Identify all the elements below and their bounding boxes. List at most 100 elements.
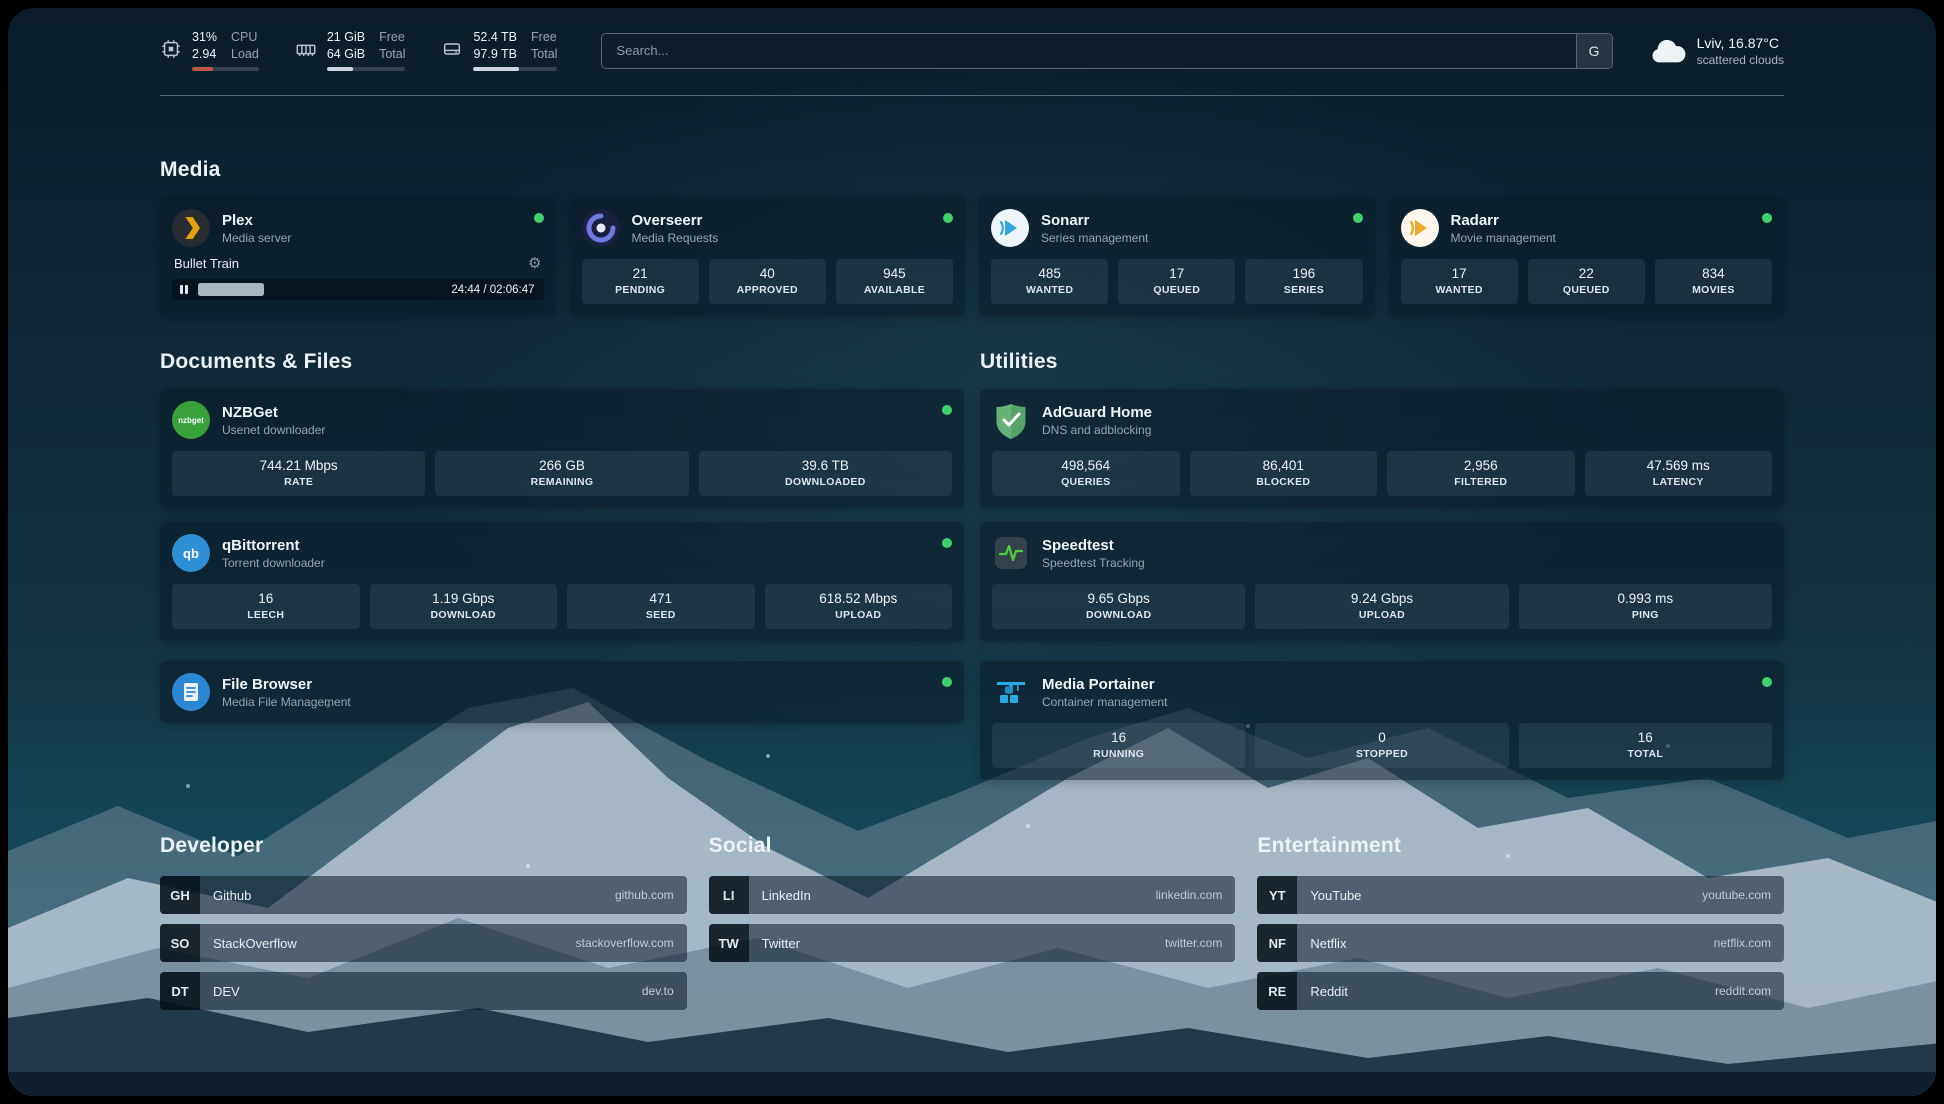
section-title-utilities: Utilities xyxy=(980,350,1784,374)
bookmark-github[interactable]: GH Github github.com xyxy=(160,876,687,914)
cpu-label-bottom: Load xyxy=(231,47,259,62)
app-card-filebrowser[interactable]: File Browser Media File Management xyxy=(160,661,964,723)
section-title-developer: Developer xyxy=(160,834,687,858)
search-input[interactable] xyxy=(601,33,1612,69)
bookmark-dev[interactable]: DT DEV dev.to xyxy=(160,972,687,1010)
documents-column: nzbget NZBGet Usenet downloader 744.21 M… xyxy=(160,389,964,723)
status-dot xyxy=(942,538,952,548)
stat-tile: 17 WANTED xyxy=(1401,259,1518,304)
cpu-label-top: CPU xyxy=(231,30,259,45)
stat-tile: 47.569 ms LATENCY xyxy=(1585,451,1773,496)
app-card-sonarr[interactable]: Sonarr Series management 485 WANTED 17 Q… xyxy=(979,197,1375,316)
stat-tile: 266 GB REMAINING xyxy=(435,451,688,496)
app-card-nzbget[interactable]: nzbget NZBGet Usenet downloader 744.21 M… xyxy=(160,389,964,508)
app-subtitle: Movie management xyxy=(1451,231,1751,246)
settings-icon[interactable]: ⚙ xyxy=(528,257,541,271)
status-dot xyxy=(943,213,953,223)
stat-tile: 9.65 Gbps DOWNLOAD xyxy=(992,584,1245,629)
github-icon: GH xyxy=(160,876,200,914)
section-title-media: Media xyxy=(160,158,1784,182)
section-title-social: Social xyxy=(709,834,1236,858)
ram-label-bottom: Total xyxy=(379,47,405,62)
app-name: AdGuard Home xyxy=(1042,403,1772,422)
stat-tile: 945 AVAILABLE xyxy=(836,259,953,304)
app-subtitle: Torrent downloader xyxy=(222,556,930,571)
cpu-icon xyxy=(160,38,182,60)
overseerr-icon xyxy=(582,209,620,247)
stat-tile: 0 STOPPED xyxy=(1255,723,1508,768)
ram-progress-bar xyxy=(327,67,406,71)
app-card-portainer[interactable]: Media Portainer Container management 16 … xyxy=(980,661,1784,780)
disk-icon xyxy=(441,38,463,60)
plex-icon xyxy=(172,209,210,247)
bookmarks-section: Developer GH Github github.com SO StackO… xyxy=(160,834,1784,1040)
media-cards: Plex Media server Bullet Train ⚙ 24:44 /… xyxy=(160,197,1784,316)
status-dot xyxy=(534,213,544,223)
app-name: File Browser xyxy=(222,675,930,694)
app-card-overseerr[interactable]: Overseerr Media Requests 21 PENDING 40 A… xyxy=(570,197,966,316)
filebrowser-icon xyxy=(172,673,210,711)
app-card-speedtest[interactable]: Speedtest Speedtest Tracking 9.65 Gbps D… xyxy=(980,522,1784,641)
stat-tile: 39.6 TB DOWNLOADED xyxy=(699,451,952,496)
app-name: Speedtest xyxy=(1042,536,1772,555)
app-card-qbittorrent[interactable]: qb qBittorrent Torrent downloader 16 LEE… xyxy=(160,522,964,641)
app-subtitle: Media server xyxy=(222,231,522,246)
social-column: Social LI LinkedIn linkedin.com TW Twitt… xyxy=(709,834,1236,1010)
youtube-icon: YT xyxy=(1257,876,1297,914)
ram-total: 64 GiB xyxy=(327,47,365,62)
status-dot xyxy=(942,405,952,415)
reddit-icon: RE xyxy=(1257,972,1297,1010)
section-title-entertainment: Entertainment xyxy=(1257,834,1784,858)
search-engine-button[interactable]: G xyxy=(1576,34,1612,68)
bookmark-twitter[interactable]: TW Twitter twitter.com xyxy=(709,924,1236,962)
bookmark-netflix[interactable]: NF Netflix netflix.com xyxy=(1257,924,1784,962)
svg-text:qb: qb xyxy=(183,546,199,561)
dashboard-screen: 31% 2.94 CPU Load xyxy=(8,8,1936,1096)
status-dot xyxy=(1762,213,1772,223)
bookmark-youtube[interactable]: YT YouTube youtube.com xyxy=(1257,876,1784,914)
system-metrics: 31% 2.94 CPU Load xyxy=(160,30,557,71)
topbar-separator xyxy=(160,95,1784,96)
disk-progress-bar xyxy=(473,67,557,71)
disk-total: 97.9 TB xyxy=(473,47,517,62)
status-dot xyxy=(942,677,952,687)
cpu-load: 2.94 xyxy=(192,47,217,62)
developer-column: Developer GH Github github.com SO StackO… xyxy=(160,834,687,1010)
app-name: Overseerr xyxy=(632,211,932,230)
nzbget-icon: nzbget xyxy=(172,401,210,439)
app-name: Radarr xyxy=(1451,211,1751,230)
app-subtitle: Container management xyxy=(1042,695,1750,710)
disk-metric: 52.4 TB 97.9 TB Free Total xyxy=(441,30,557,71)
stat-tile: 9.24 Gbps UPLOAD xyxy=(1255,584,1508,629)
stat-tile: 17 QUEUED xyxy=(1118,259,1235,304)
app-card-radarr[interactable]: Radarr Movie management 17 WANTED 22 QUE… xyxy=(1389,197,1785,316)
stat-tile: 834 MOVIES xyxy=(1655,259,1772,304)
stat-tile: 744.21 Mbps RATE xyxy=(172,451,425,496)
app-card-plex[interactable]: Plex Media server Bullet Train ⚙ 24:44 /… xyxy=(160,197,556,316)
portainer-icon xyxy=(992,673,1030,711)
section-title-documents: Documents & Files xyxy=(160,350,964,374)
sonarr-icon xyxy=(991,209,1029,247)
stat-tile: 618.52 Mbps UPLOAD xyxy=(765,584,953,629)
ram-icon xyxy=(295,38,317,60)
dev-icon: DT xyxy=(160,972,200,1010)
bookmark-linkedin[interactable]: LI LinkedIn linkedin.com xyxy=(709,876,1236,914)
cpu-progress-bar xyxy=(192,67,259,71)
now-playing-title: Bullet Train xyxy=(174,256,239,271)
app-subtitle: Media Requests xyxy=(632,231,932,246)
bookmark-reddit[interactable]: RE Reddit reddit.com xyxy=(1257,972,1784,1010)
stat-tile: 86,401 BLOCKED xyxy=(1190,451,1378,496)
media-progress-bar[interactable]: 24:44 / 02:06:47 xyxy=(172,279,544,300)
app-card-adguard[interactable]: AdGuard Home DNS and adblocking 498,564 … xyxy=(980,389,1784,508)
utilities-column: AdGuard Home DNS and adblocking 498,564 … xyxy=(980,389,1784,780)
cloud-icon xyxy=(1649,37,1687,65)
stat-tile: 16 LEECH xyxy=(172,584,360,629)
app-name: qBittorrent xyxy=(222,536,930,555)
bookmark-stackoverflow[interactable]: SO StackOverflow stackoverflow.com xyxy=(160,924,687,962)
twitter-icon: TW xyxy=(709,924,749,962)
app-subtitle: Usenet downloader xyxy=(222,423,930,438)
cpu-percent: 31% xyxy=(192,30,217,45)
stat-tile: 16 RUNNING xyxy=(992,723,1245,768)
pause-icon[interactable] xyxy=(172,279,196,300)
stat-tile: 21 PENDING xyxy=(582,259,699,304)
